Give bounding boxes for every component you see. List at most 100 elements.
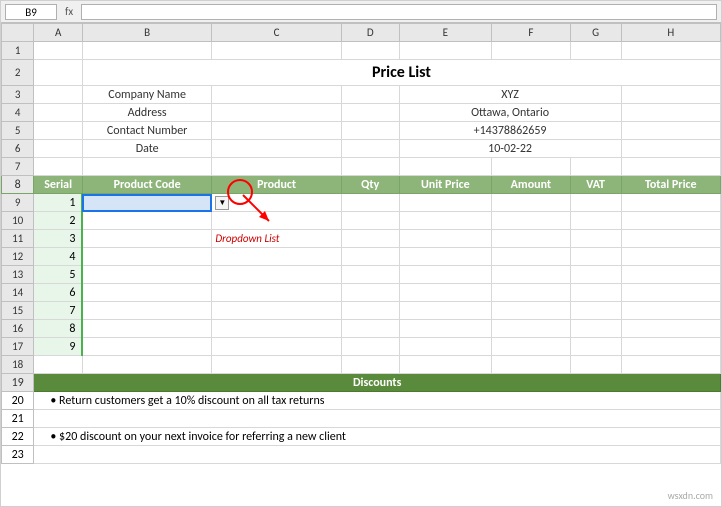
cell-e1[interactable] xyxy=(399,42,491,60)
col-header-g[interactable]: G xyxy=(570,24,621,42)
cell-b1[interactable] xyxy=(82,42,211,60)
vat-cell-8[interactable] xyxy=(570,320,621,338)
cell-g1[interactable] xyxy=(570,42,621,60)
product-code-cell-2[interactable] xyxy=(82,212,211,230)
cell-b7[interactable] xyxy=(82,158,211,176)
cell-f18[interactable] xyxy=(492,356,571,374)
product-code-cell-3[interactable] xyxy=(82,230,211,248)
serial-cell-3[interactable]: 3 xyxy=(34,230,83,248)
cell-h4[interactable] xyxy=(621,104,720,122)
cell-reference[interactable]: B9 xyxy=(5,4,57,20)
cell-d4[interactable] xyxy=(341,104,399,122)
qty-cell-6[interactable] xyxy=(341,284,399,302)
unit-price-cell-4[interactable] xyxy=(399,248,491,266)
unit-price-cell-8[interactable] xyxy=(399,320,491,338)
col-header-b[interactable]: B xyxy=(82,24,211,42)
product-code-cell-6[interactable] xyxy=(82,284,211,302)
cell-d6[interactable] xyxy=(341,140,399,158)
amount-cell-1[interactable] xyxy=(492,194,571,212)
serial-cell-4[interactable]: 4 xyxy=(34,248,83,266)
serial-cell-1[interactable]: 1 xyxy=(34,194,83,212)
cell-c3[interactable] xyxy=(212,86,341,104)
cell-a5[interactable] xyxy=(34,122,83,140)
qty-cell-3[interactable] xyxy=(341,230,399,248)
qty-cell-1[interactable] xyxy=(341,194,399,212)
col-header-a[interactable]: A xyxy=(34,24,83,42)
qty-cell-9[interactable] xyxy=(341,338,399,356)
product-code-cell-1[interactable] xyxy=(82,194,211,212)
amount-cell-6[interactable] xyxy=(492,284,571,302)
serial-cell-7[interactable]: 7 xyxy=(34,302,83,320)
cell-c6[interactable] xyxy=(212,140,341,158)
cell-g7[interactable] xyxy=(570,158,621,176)
product-cell-7[interactable] xyxy=(212,302,341,320)
cell-c4[interactable] xyxy=(212,104,341,122)
unit-price-cell-9[interactable] xyxy=(399,338,491,356)
amount-cell-2[interactable] xyxy=(492,212,571,230)
vat-cell-6[interactable] xyxy=(570,284,621,302)
product-cell-5[interactable] xyxy=(212,266,341,284)
cell-a18[interactable] xyxy=(34,356,83,374)
cell-g18[interactable] xyxy=(570,356,621,374)
total-price-cell-7[interactable] xyxy=(621,302,720,320)
vat-cell-5[interactable] xyxy=(570,266,621,284)
cell-h7[interactable] xyxy=(621,158,720,176)
product-cell-6[interactable] xyxy=(212,284,341,302)
total-price-cell-2[interactable] xyxy=(621,212,720,230)
serial-cell-5[interactable]: 5 xyxy=(34,266,83,284)
dropdown-button[interactable]: ▼ xyxy=(215,196,229,210)
qty-cell-5[interactable] xyxy=(341,266,399,284)
cell-c1[interactable] xyxy=(212,42,341,60)
col-header-e[interactable]: E xyxy=(399,24,491,42)
amount-cell-4[interactable] xyxy=(492,248,571,266)
serial-cell-8[interactable]: 8 xyxy=(34,320,83,338)
product-code-cell-4[interactable] xyxy=(82,248,211,266)
vat-cell-4[interactable] xyxy=(570,248,621,266)
amount-cell-5[interactable] xyxy=(492,266,571,284)
vat-cell-2[interactable] xyxy=(570,212,621,230)
col-header-d[interactable]: D xyxy=(341,24,399,42)
cell-d3[interactable] xyxy=(341,86,399,104)
qty-cell-8[interactable] xyxy=(341,320,399,338)
qty-cell-4[interactable] xyxy=(341,248,399,266)
cell-h6[interactable] xyxy=(621,140,720,158)
product-cell-8[interactable] xyxy=(212,320,341,338)
product-code-cell-7[interactable] xyxy=(82,302,211,320)
total-price-cell-6[interactable] xyxy=(621,284,720,302)
qty-cell-7[interactable] xyxy=(341,302,399,320)
unit-price-cell-3[interactable] xyxy=(399,230,491,248)
formula-input[interactable] xyxy=(81,4,717,20)
cell-b18[interactable] xyxy=(82,356,211,374)
cell-d7[interactable] xyxy=(341,158,399,176)
cell-d5[interactable] xyxy=(341,122,399,140)
total-price-cell-9[interactable] xyxy=(621,338,720,356)
cell-f7[interactable] xyxy=(492,158,571,176)
cell-c7[interactable] xyxy=(212,158,341,176)
cell-a6[interactable] xyxy=(34,140,83,158)
cell-a1[interactable] xyxy=(34,42,83,60)
amount-cell-7[interactable] xyxy=(492,302,571,320)
cell-e7[interactable] xyxy=(399,158,491,176)
total-price-cell-1[interactable] xyxy=(621,194,720,212)
cell-a7[interactable] xyxy=(34,158,83,176)
cell-h3[interactable] xyxy=(621,86,720,104)
vat-cell-9[interactable] xyxy=(570,338,621,356)
unit-price-cell-6[interactable] xyxy=(399,284,491,302)
cell-d18[interactable] xyxy=(341,356,399,374)
cell-f1[interactable] xyxy=(492,42,571,60)
vat-cell-3[interactable] xyxy=(570,230,621,248)
unit-price-cell-1[interactable] xyxy=(399,194,491,212)
vat-cell-7[interactable] xyxy=(570,302,621,320)
cell-h18[interactable] xyxy=(621,356,720,374)
cell-c5[interactable] xyxy=(212,122,341,140)
col-header-h[interactable]: H xyxy=(621,24,720,42)
product-cell-2[interactable] xyxy=(212,212,341,230)
unit-price-cell-2[interactable] xyxy=(399,212,491,230)
cell-a4[interactable] xyxy=(34,104,83,122)
serial-cell-2[interactable]: 2 xyxy=(34,212,83,230)
qty-cell-2[interactable] xyxy=(341,212,399,230)
amount-cell-8[interactable] xyxy=(492,320,571,338)
amount-cell-3[interactable] xyxy=(492,230,571,248)
product-code-cell-5[interactable] xyxy=(82,266,211,284)
total-price-cell-5[interactable] xyxy=(621,266,720,284)
